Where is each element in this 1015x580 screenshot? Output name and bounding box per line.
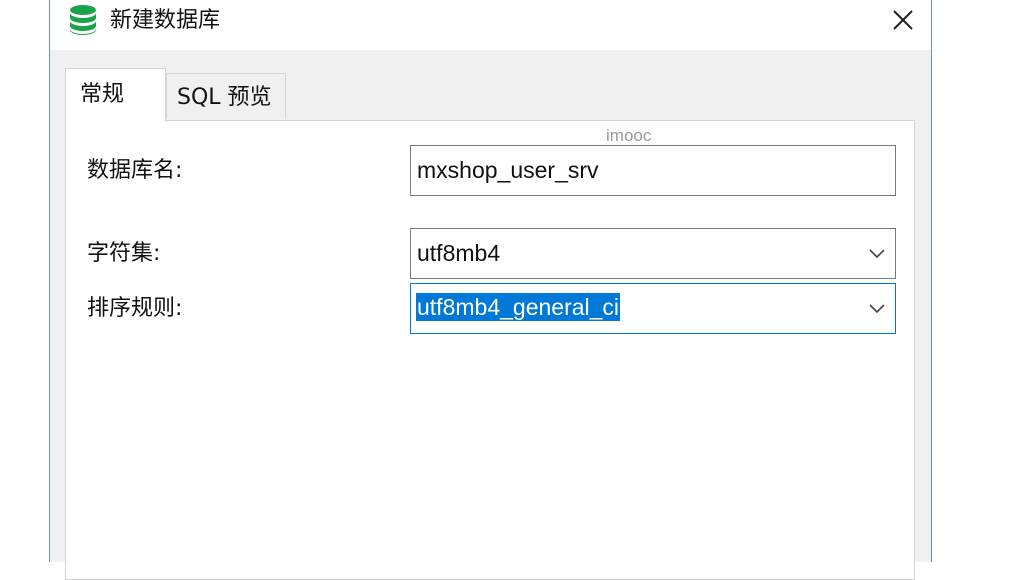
database-name-label: 数据库名: bbox=[87, 158, 183, 183]
tab-sql-preview[interactable]: SQL 预览 bbox=[166, 73, 286, 119]
collation-value: utf8mb4_general_ci bbox=[416, 293, 621, 321]
close-icon bbox=[893, 10, 913, 30]
tab-general[interactable]: 常规 bbox=[65, 68, 166, 122]
database-name-value: mxshop_user_srv bbox=[417, 157, 599, 183]
database-name-input[interactable]: mxshop_user_srv bbox=[410, 145, 896, 196]
charset-label: 字符集: bbox=[87, 241, 161, 266]
charset-select[interactable]: utf8mb4 bbox=[410, 228, 896, 279]
watermark: imooc bbox=[606, 126, 652, 145]
window-title: 新建数据库 bbox=[110, 8, 221, 33]
database-icon bbox=[68, 4, 98, 36]
new-database-dialog: 新建数据库 常规 SQL 预览 imooc 数据库名: mxshop_user_… bbox=[49, 0, 932, 580]
close-button[interactable] bbox=[887, 4, 919, 36]
charset-value: utf8mb4 bbox=[417, 240, 501, 266]
chevron-down-icon[interactable] bbox=[867, 298, 887, 318]
title-bar: 新建数据库 bbox=[50, 0, 931, 50]
collation-select[interactable]: utf8mb4_general_ci bbox=[410, 283, 896, 334]
collation-label: 排序规则: bbox=[87, 296, 183, 321]
chevron-down-icon[interactable] bbox=[867, 243, 887, 263]
